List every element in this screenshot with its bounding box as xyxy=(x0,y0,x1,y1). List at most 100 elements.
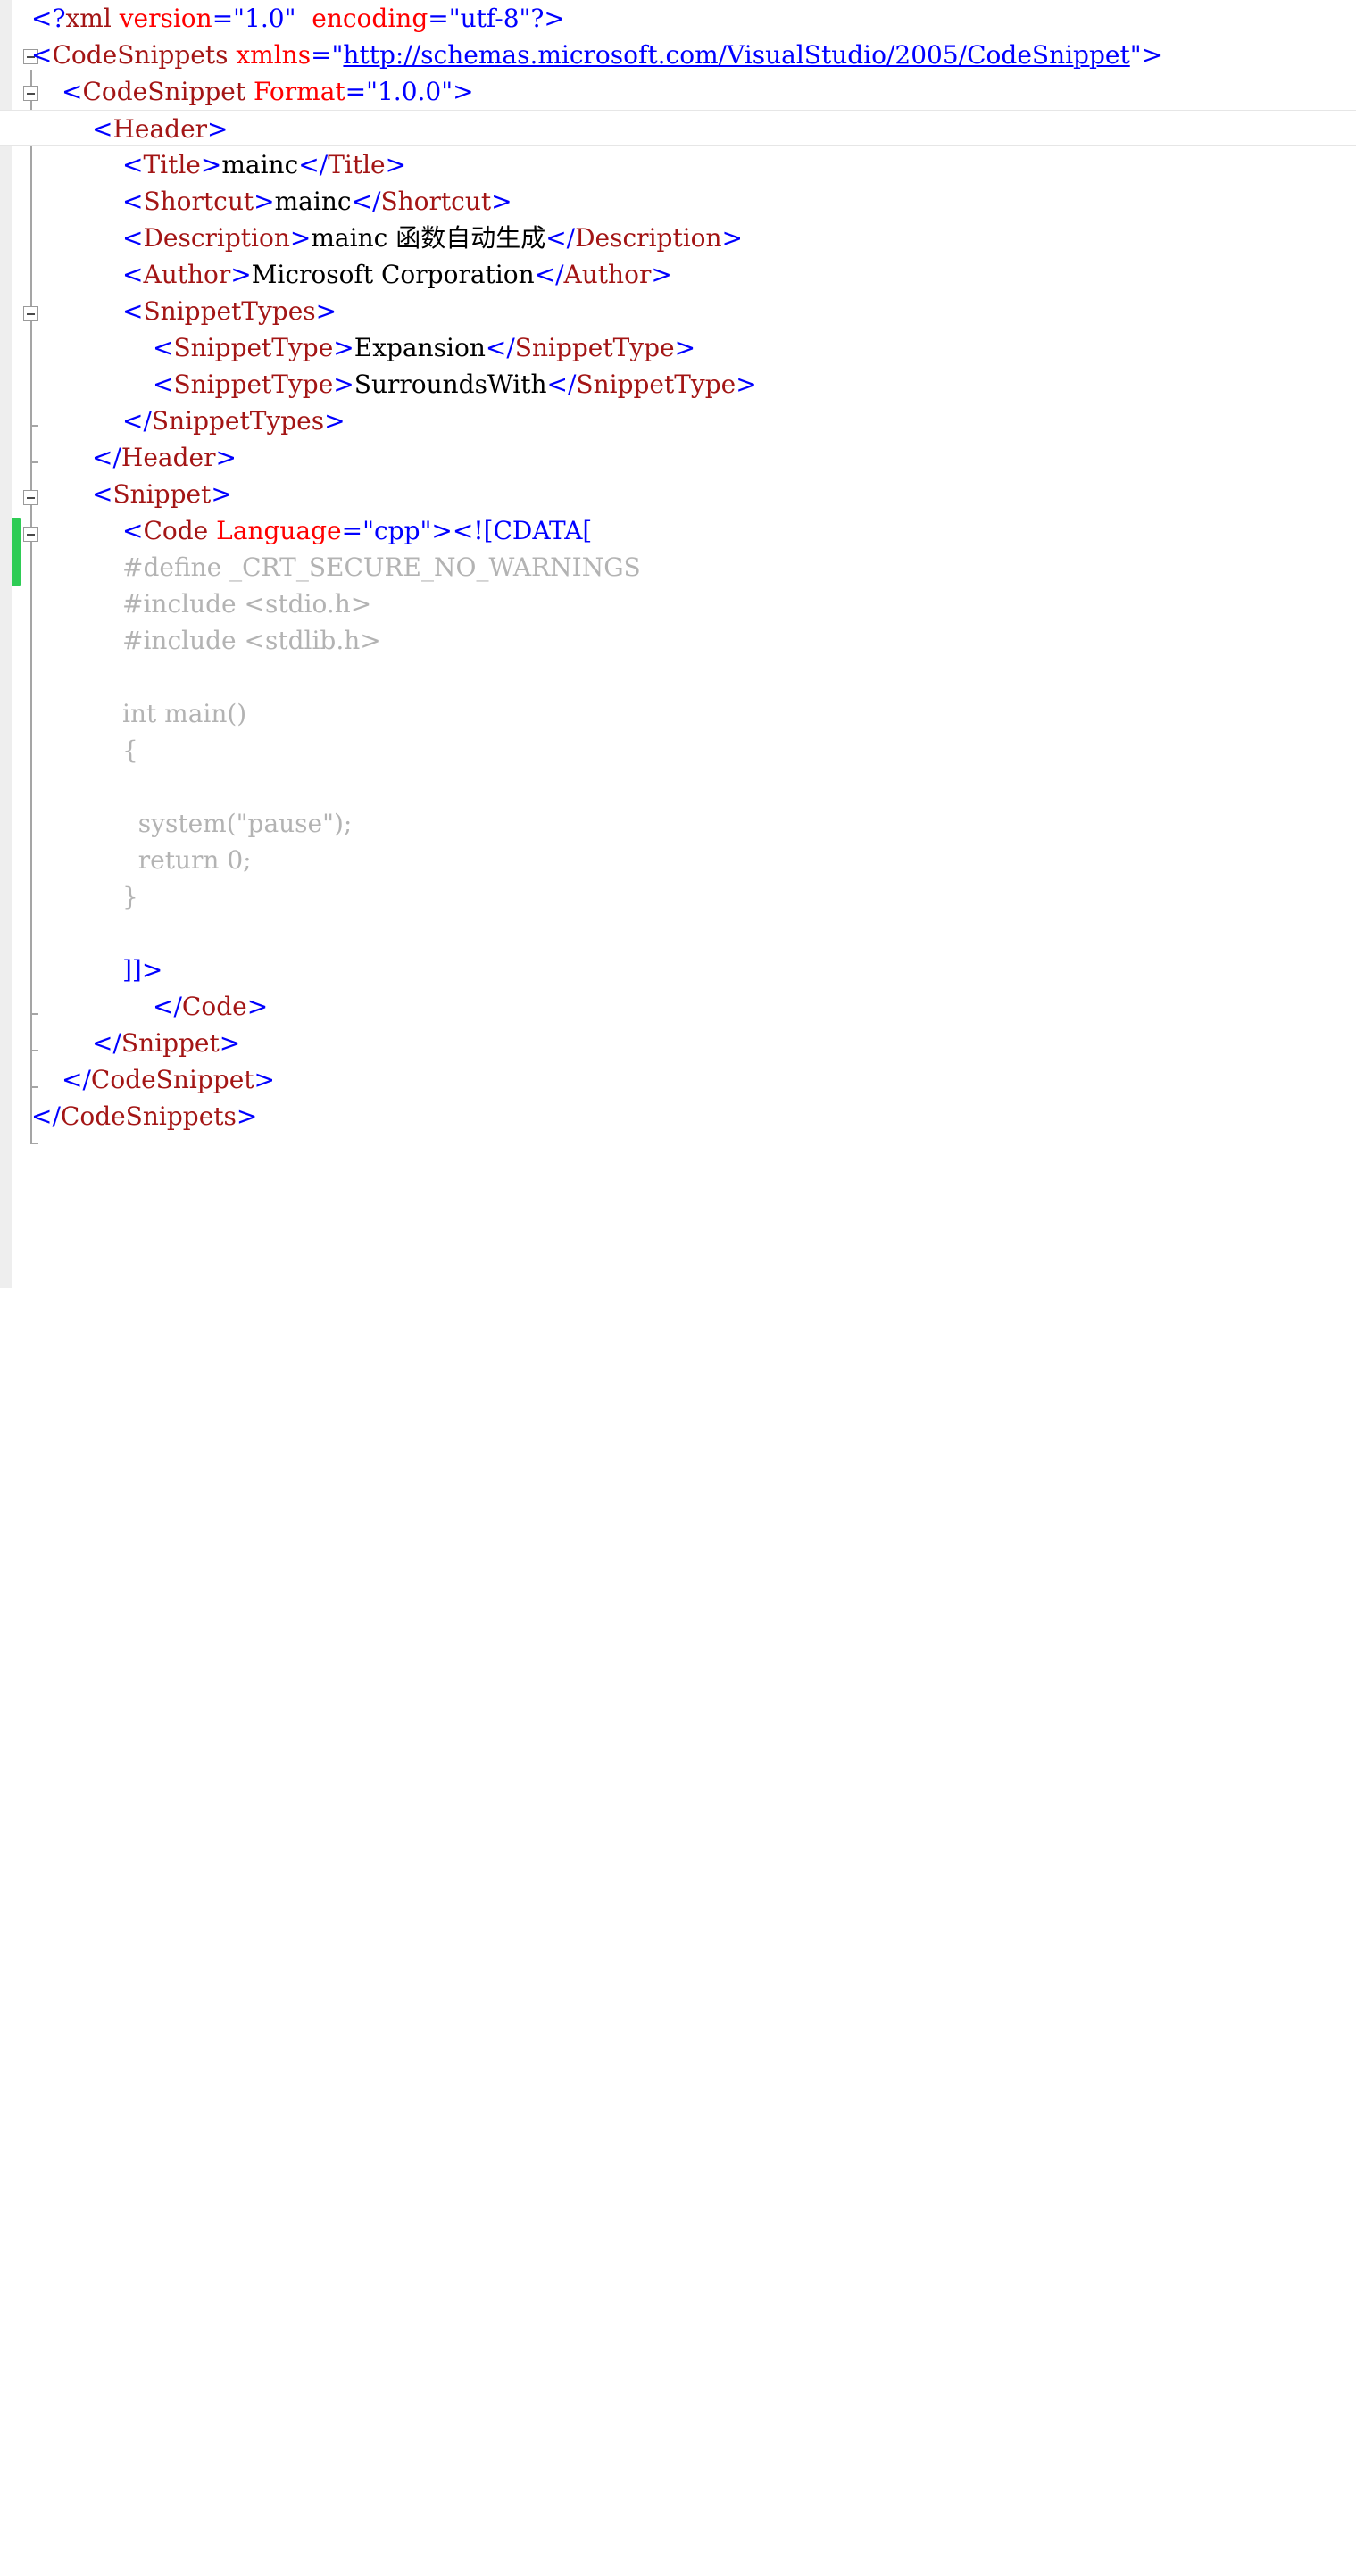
equals: = xyxy=(341,516,363,545)
tag-name-author-close: Author xyxy=(563,260,652,289)
equals: = xyxy=(345,77,367,106)
punctuation: </ xyxy=(534,260,564,289)
punctuation: > xyxy=(453,77,474,106)
cdata-text: { xyxy=(122,735,138,765)
tag-name-snippet-close: Snippet xyxy=(121,1028,220,1058)
attribute-name-language: Language xyxy=(216,516,342,545)
code-line-code-close[interactable]: </Code> xyxy=(0,988,1356,1025)
code-line-title[interactable]: <Title>mainc</Title> xyxy=(0,146,1356,183)
punctuation: </ xyxy=(92,1028,121,1058)
code-line-description[interactable]: <Description>mainc 函数自动生成</Description> xyxy=(0,220,1356,256)
code-line-cdata-include-stdlib[interactable]: #include <stdlib.h> xyxy=(0,622,1356,659)
value-shortcut: mainc xyxy=(274,187,352,216)
tag-name-codesnippet-close: CodeSnippet xyxy=(90,1065,254,1094)
code-line-shortcut[interactable]: <Shortcut>mainc</Shortcut> xyxy=(0,183,1356,220)
punctuation: < xyxy=(122,516,144,545)
punctuation: ?> xyxy=(530,4,565,33)
code-line-snippet-close[interactable]: </Snippet> xyxy=(0,1025,1356,1061)
punctuation: > xyxy=(289,223,312,253)
cdata-text: #define _CRT_SECURE_NO_WARNINGS xyxy=(122,553,641,582)
code-line-codesnippet-open[interactable]: <CodeSnippet Format="1.0.0"> xyxy=(0,73,1356,110)
code-line-snippettype-surroundswith[interactable]: <SnippetType>SurroundsWith</SnippetType> xyxy=(0,366,1356,403)
code-line-cdata-define[interactable]: #define _CRT_SECURE_NO_WARNINGS xyxy=(0,549,1356,586)
tag-name-header-close: Header xyxy=(121,443,216,472)
code-line-cdata-brace-close[interactable]: } xyxy=(0,878,1356,915)
code-surface[interactable]: <?xml version="1.0" encoding="utf-8"?> <… xyxy=(0,0,1356,1288)
xml-code-editor[interactable]: <?xml version="1.0" encoding="utf-8"?> <… xyxy=(0,0,1356,1288)
code-line-snippettypes-open[interactable]: <SnippetTypes> xyxy=(0,293,1356,329)
punctuation: < xyxy=(122,223,144,253)
tag-name-snippet: Snippet xyxy=(112,479,212,509)
punctuation: > xyxy=(324,406,345,436)
punctuation: < xyxy=(92,479,113,509)
cdata-close-marker: ]]> xyxy=(122,955,163,985)
punctuation: > xyxy=(315,296,337,326)
code-line-codesnippets-close[interactable]: </CodeSnippets> xyxy=(0,1098,1356,1134)
punctuation: > xyxy=(651,260,672,289)
punctuation: < xyxy=(153,333,174,362)
punctuation: > xyxy=(207,114,229,144)
code-line-cdata-system-pause[interactable]: system("pause"); xyxy=(0,805,1356,842)
code-line-header-open[interactable]: <Header> xyxy=(0,110,1356,146)
tag-name-code: Code xyxy=(143,516,209,545)
punctuation: < xyxy=(122,150,144,179)
code-line-snippettype-expansion[interactable]: <SnippetType>Expansion</SnippetType> xyxy=(0,329,1356,366)
code-line-snippet-open[interactable]: <Snippet> xyxy=(0,476,1356,512)
schema-url-link[interactable]: http://schemas.microsoft.com/VisualStudi… xyxy=(343,40,1129,70)
punctuation: < xyxy=(153,370,174,399)
punctuation: </ xyxy=(485,333,515,362)
equals: = xyxy=(428,4,449,33)
code-line-header-close[interactable]: </Header> xyxy=(0,439,1356,476)
code-line-xml-declaration[interactable]: <?xml version="1.0" encoding="utf-8"?> xyxy=(0,0,1356,37)
punctuation: </ xyxy=(351,187,381,216)
punctuation: < xyxy=(62,77,83,106)
attribute-value-encoding: "utf-8" xyxy=(448,4,531,33)
attribute-value-format: "1.0.0" xyxy=(366,77,453,106)
attribute-name-format: Format xyxy=(254,77,345,106)
punctuation: < xyxy=(92,114,113,144)
code-line-blank[interactable] xyxy=(0,769,1356,805)
tag-name-author: Author xyxy=(143,260,231,289)
punctuation: > xyxy=(333,333,354,362)
punctuation: < xyxy=(31,40,53,70)
attribute-value-version: "1.0" xyxy=(233,4,296,33)
code-line-snippettypes-close[interactable]: </SnippetTypes> xyxy=(0,403,1356,439)
code-line-author[interactable]: <Author>Microsoft Corporation</Author> xyxy=(0,256,1356,293)
punctuation: > xyxy=(219,1028,241,1058)
punctuation: > xyxy=(333,370,354,399)
code-line-blank[interactable] xyxy=(0,915,1356,951)
attribute-name-xmlns: xmlns xyxy=(236,40,312,70)
tag-name-shortcut: Shortcut xyxy=(143,187,254,216)
cdata-text: int main() xyxy=(122,699,247,728)
code-line-cdata-include-stdio[interactable]: #include <stdio.h> xyxy=(0,586,1356,622)
punctuation: > xyxy=(236,1101,258,1131)
punctuation: > xyxy=(215,443,237,472)
quote-close: " xyxy=(1129,40,1142,70)
code-line-code-open[interactable]: <Code Language="cpp"><![CDATA[ xyxy=(0,512,1356,549)
code-line-codesnippet-close[interactable]: </CodeSnippet> xyxy=(0,1061,1356,1098)
code-line-cdata-main-signature[interactable]: int main() xyxy=(0,695,1356,732)
tag-name-snippettype: SnippetType xyxy=(173,370,334,399)
value-description: mainc 函数自动生成 xyxy=(311,223,546,253)
tag-name-title-close: Title xyxy=(328,150,386,179)
tag-name-snippettype-close: SnippetType xyxy=(576,370,736,399)
cdata-open-marker: <![CDATA[ xyxy=(452,516,593,545)
code-line-cdata-return[interactable]: return 0; xyxy=(0,842,1356,878)
punctuation: > xyxy=(491,187,512,216)
punctuation: </ xyxy=(153,992,182,1021)
code-line-cdata-close-marker[interactable]: ]]> xyxy=(0,951,1356,988)
punctuation: </ xyxy=(31,1101,61,1131)
code-line-cdata-brace-open[interactable]: { xyxy=(0,732,1356,769)
tag-name-snippettypes-close: SnippetTypes xyxy=(151,406,325,436)
tag-name-description-close: Description xyxy=(575,223,722,253)
punctuation: < xyxy=(122,187,144,216)
cdata-text: #include <stdio.h> xyxy=(122,589,372,619)
code-line-blank[interactable] xyxy=(0,659,1356,695)
punctuation: > xyxy=(431,516,453,545)
code-line-codesnippets-open[interactable]: <CodeSnippets xmlns="http://schemas.micr… xyxy=(0,37,1356,73)
punctuation: < xyxy=(122,296,144,326)
punctuation: </ xyxy=(62,1065,91,1094)
punctuation: > xyxy=(246,992,269,1021)
